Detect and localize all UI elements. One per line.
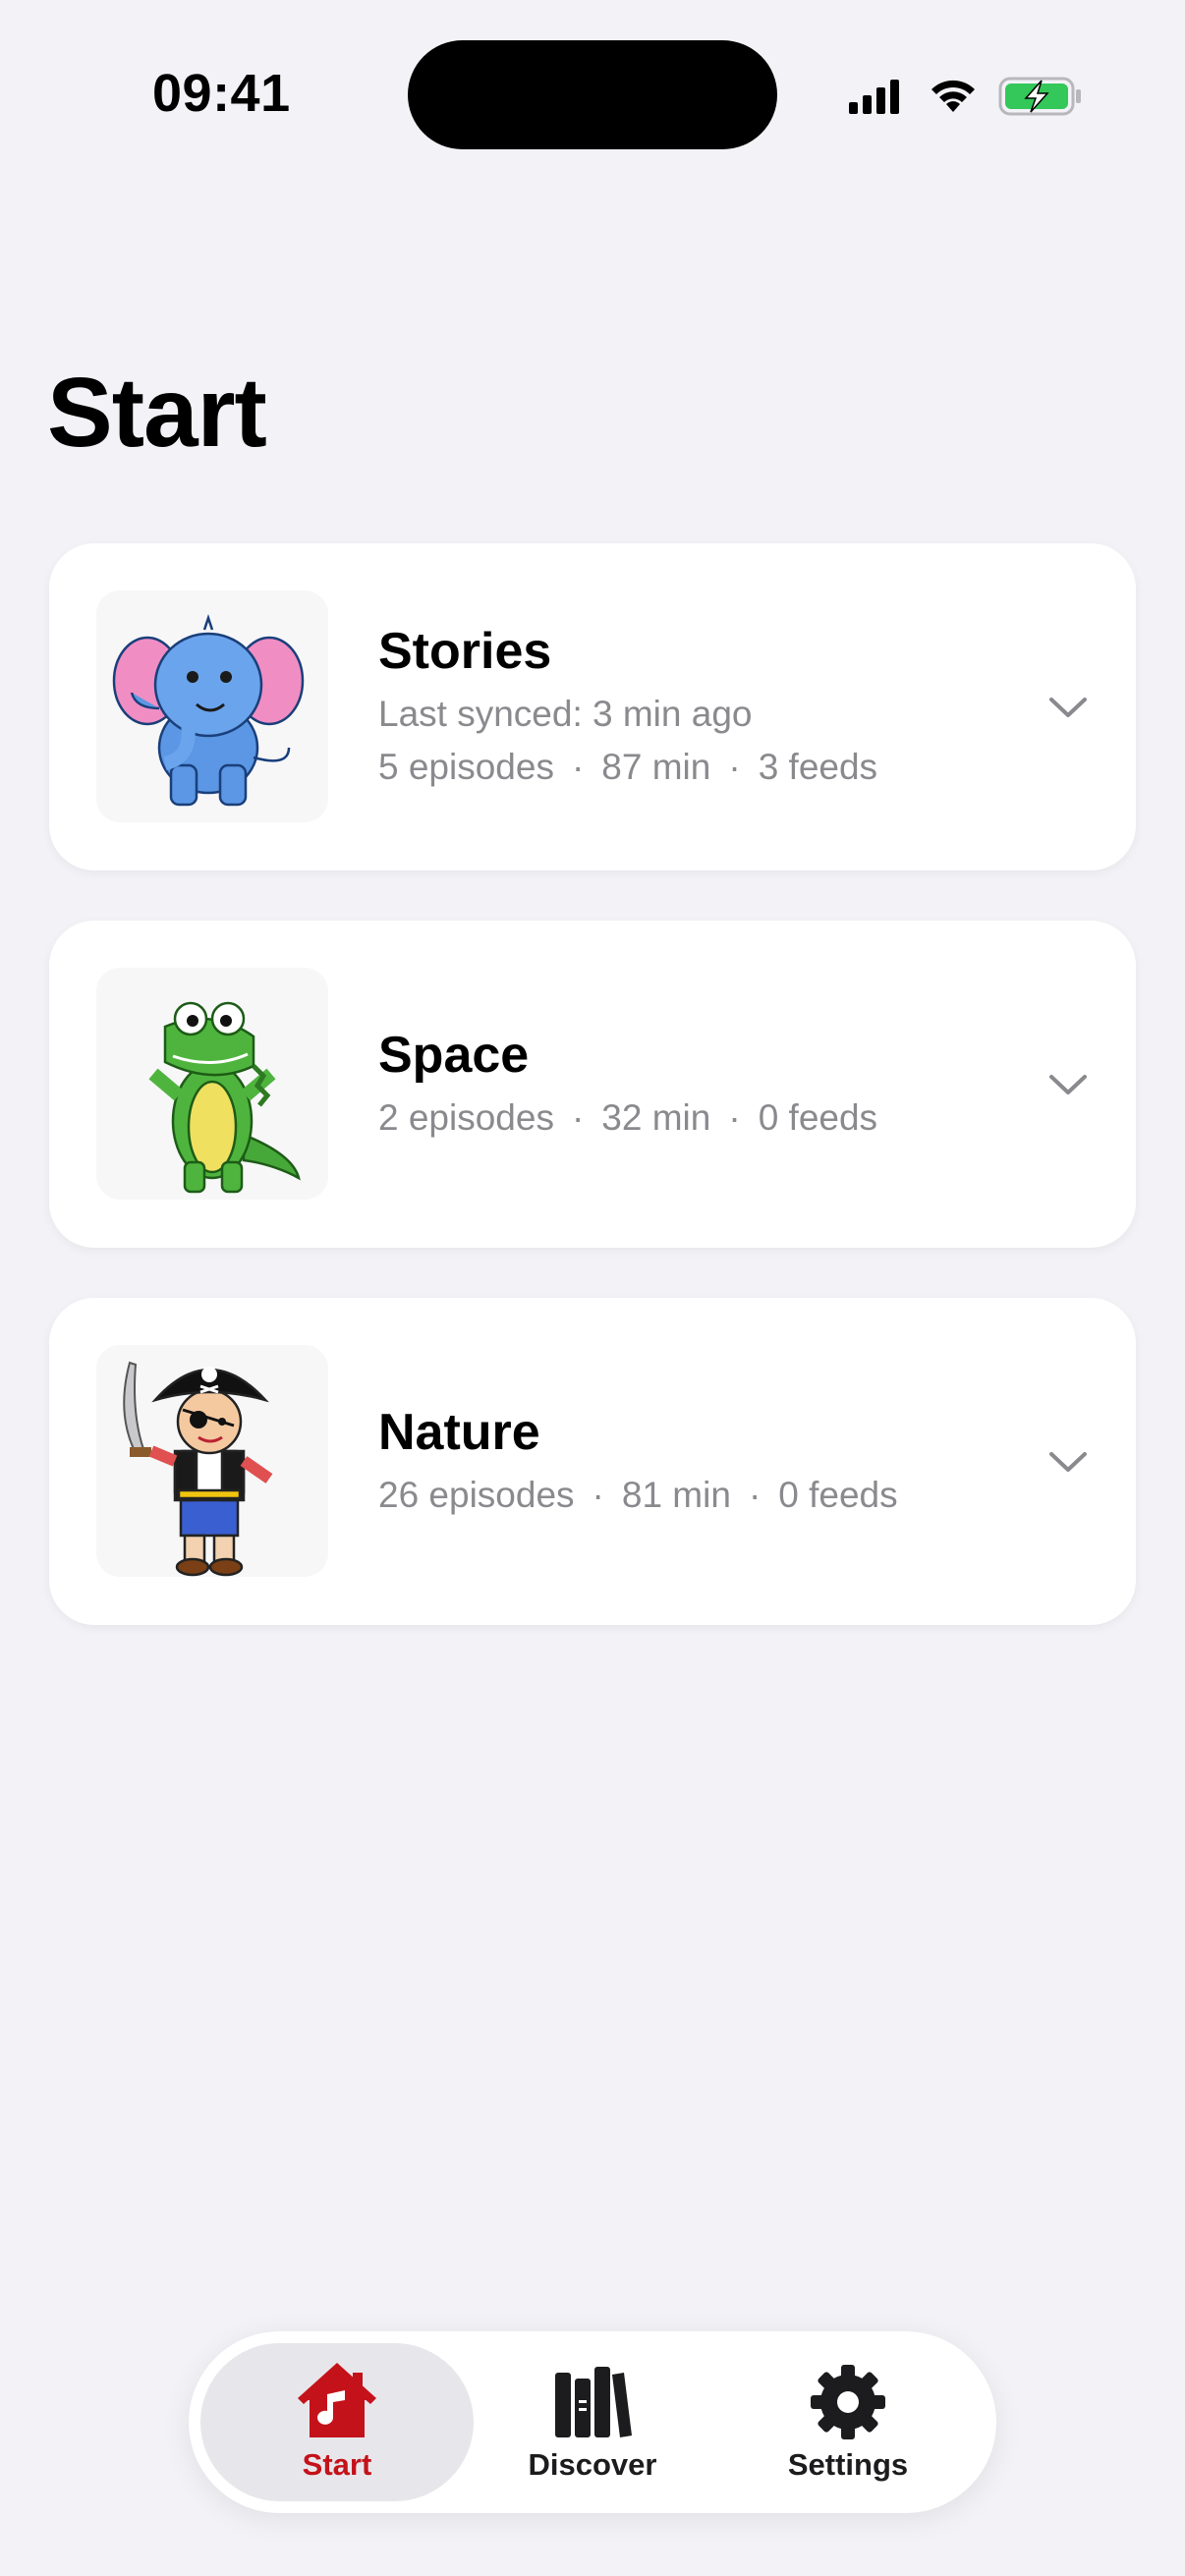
card-text: Stories Last synced: 3 min ago 5 episode… bbox=[378, 543, 1046, 870]
tab-label: Start bbox=[302, 2447, 372, 2482]
meta-separator: · bbox=[748, 1474, 762, 1515]
meta-separator: · bbox=[728, 746, 741, 787]
gear-icon bbox=[811, 2365, 885, 2439]
status-icons bbox=[847, 71, 1083, 120]
chevron-down-icon[interactable] bbox=[1047, 1064, 1089, 1105]
episode-count: 26 episodes bbox=[378, 1474, 575, 1515]
card-title: Nature bbox=[378, 1403, 540, 1461]
meta-separator: · bbox=[728, 1096, 741, 1138]
collection-card-stories[interactable]: Stories Last synced: 3 min ago 5 episode… bbox=[49, 543, 1136, 870]
card-meta: 5 episodes · 87 min · 3 feeds bbox=[378, 741, 1046, 794]
feed-count: 0 feeds bbox=[758, 1096, 878, 1138]
episode-count: 2 episodes bbox=[378, 1096, 554, 1138]
status-time: 09:41 bbox=[152, 64, 291, 123]
card-title: Space bbox=[378, 1026, 530, 1084]
battery-charging-icon bbox=[998, 77, 1081, 116]
feed-count: 0 feeds bbox=[778, 1474, 898, 1515]
tab-discover[interactable]: Discover bbox=[456, 2343, 729, 2501]
duration: 87 min bbox=[601, 746, 711, 787]
meta-separator: · bbox=[571, 746, 585, 787]
tab-label: Discover bbox=[528, 2447, 657, 2482]
episode-count: 5 episodes bbox=[378, 746, 554, 787]
meta-separator: · bbox=[571, 1096, 585, 1138]
collection-card-space[interactable]: Space 2 episodes · 32 min · 0 feeds bbox=[49, 921, 1136, 1248]
tab-bar: Start Discover Settings bbox=[189, 2331, 996, 2513]
meta-separator: · bbox=[592, 1474, 604, 1515]
feed-count: 3 feeds bbox=[758, 746, 878, 787]
page-title: Start bbox=[47, 358, 267, 468]
chevron-down-icon[interactable] bbox=[1047, 1441, 1089, 1483]
books-icon bbox=[555, 2367, 632, 2437]
card-meta: 26 episodes · 81 min · 0 feeds bbox=[378, 1469, 1046, 1522]
card-text: Space 2 episodes · 32 min · 0 feeds bbox=[378, 921, 1046, 1248]
crocodile-thumbnail bbox=[96, 968, 328, 1200]
pirate-thumbnail bbox=[96, 1345, 328, 1577]
wifi-icon bbox=[931, 80, 975, 112]
collection-card-nature[interactable]: Nature 26 episodes · 81 min · 0 feeds bbox=[49, 1298, 1136, 1625]
elephant-thumbnail bbox=[96, 590, 328, 822]
dynamic-island bbox=[408, 40, 777, 149]
card-meta: 2 episodes · 32 min · 0 feeds bbox=[378, 1092, 1046, 1145]
card-text: Nature 26 episodes · 81 min · 0 feeds bbox=[378, 1298, 1046, 1625]
duration: 81 min bbox=[621, 1474, 731, 1515]
duration: 32 min bbox=[601, 1096, 711, 1138]
tab-label: Settings bbox=[787, 2447, 909, 2482]
cellular-signal-icon bbox=[849, 80, 899, 114]
card-sync-status: Last synced: 3 min ago bbox=[378, 693, 753, 734]
home-music-icon bbox=[298, 2363, 376, 2437]
chevron-down-icon[interactable] bbox=[1047, 687, 1089, 728]
card-title: Stories bbox=[378, 622, 552, 680]
tab-start[interactable]: Start bbox=[200, 2343, 474, 2501]
tab-settings[interactable]: Settings bbox=[711, 2343, 985, 2501]
